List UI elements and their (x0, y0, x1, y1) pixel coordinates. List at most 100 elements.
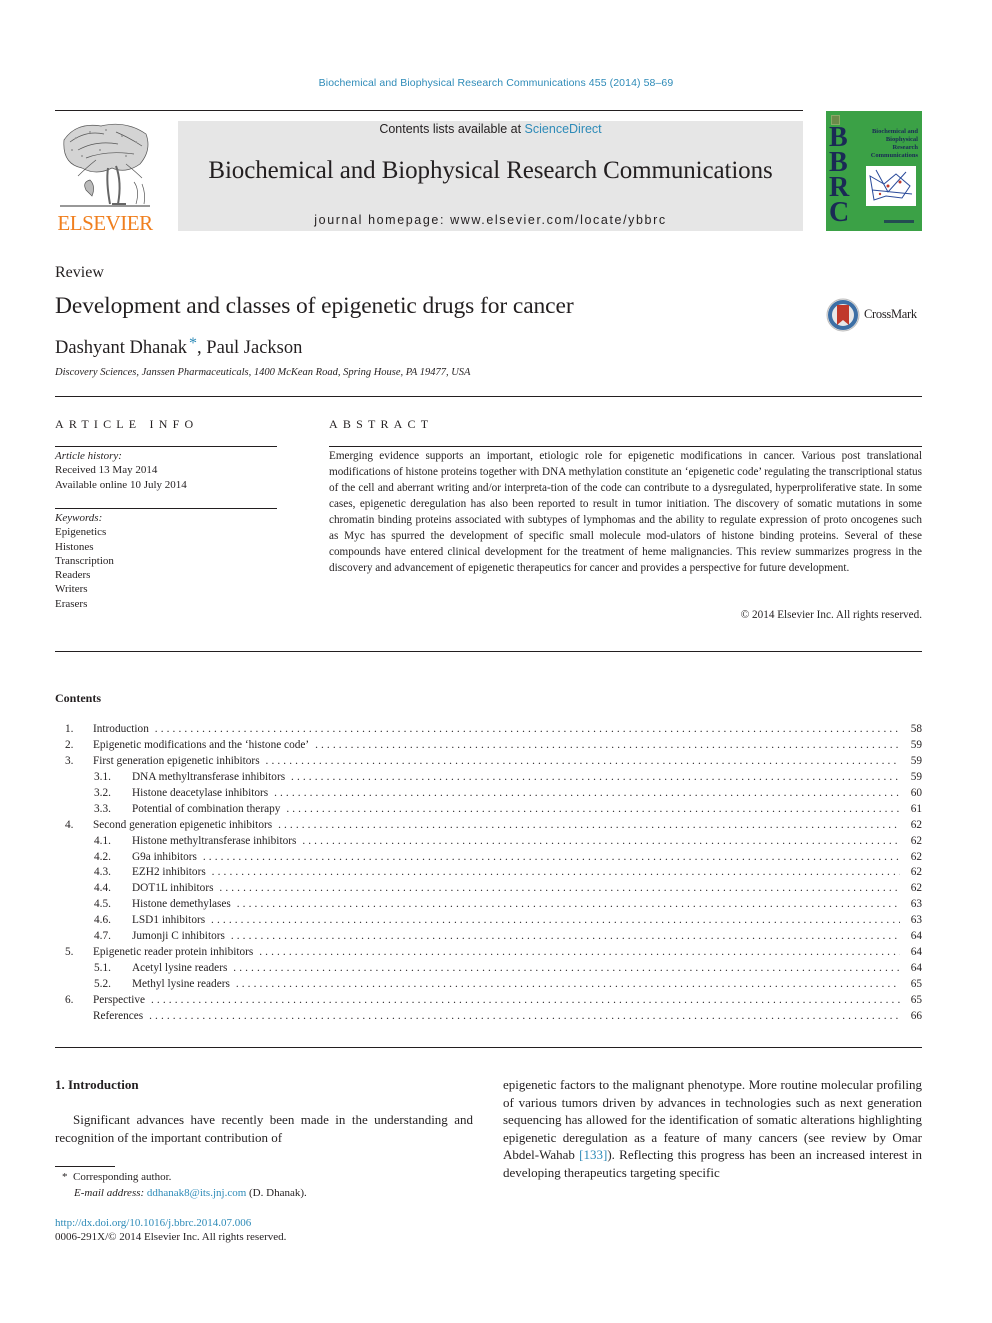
toc-entry[interactable]: 4.7. Jumonji C inhibitors ...............… (55, 929, 922, 945)
toc-entry-page[interactable]: 64 (911, 929, 922, 945)
toc-entry-title-wrapper[interactable]: References .............................… (93, 1009, 900, 1025)
toc-entry-title-wrapper[interactable]: Introduction ...........................… (93, 722, 900, 738)
header-divider (55, 110, 803, 111)
toc-entry-title[interactable]: Histone deacetylase inhibitors (132, 787, 268, 799)
toc-entry-title-wrapper[interactable]: Epigenetic reader protein inhibitors ...… (93, 945, 900, 961)
toc-entry-title[interactable]: Second generation epigenetic inhibitors (93, 819, 272, 831)
toc-entry-title-wrapper[interactable]: DNA methyltransferase inhibitors .......… (132, 770, 900, 786)
toc-entry-title-wrapper[interactable]: Methyl lysine readers ..................… (132, 977, 900, 993)
email-link[interactable]: ddhanak8@its.jnj.com (147, 1187, 246, 1199)
toc-entry-title-wrapper[interactable]: Jumonji C inhibitors ...................… (132, 929, 900, 945)
toc-entry[interactable]: 3. First generation epigenetic inhibitors… (55, 754, 922, 770)
toc-entry-title[interactable]: Methyl lysine readers (132, 978, 230, 990)
toc-entry-title[interactable]: EZH2 inhibitors (132, 866, 206, 878)
toc-entry-title[interactable]: First generation epigenetic inhibitors (93, 755, 260, 767)
issn-copyright: 0006-291X/© 2014 Elsevier Inc. All right… (55, 1231, 287, 1243)
toc-entry-title[interactable]: References (93, 1010, 143, 1022)
toc-entry-page[interactable]: 60 (911, 786, 922, 802)
toc-entry-title[interactable]: DOT1L inhibitors (132, 882, 213, 894)
toc-entry-title[interactable]: Histone demethylases (132, 898, 231, 910)
crossmark-icon (826, 298, 860, 332)
corresponding-author-footnote: * Corresponding author. (62, 1171, 171, 1183)
corresponding-author-marker[interactable]: * (189, 335, 197, 352)
toc-entry-title[interactable]: Acetyl lysine readers (132, 962, 227, 974)
toc-entry-title[interactable]: G9a inhibitors (132, 851, 197, 863)
toc-entry[interactable]: 4.6. LSD1 inhibitors ....................… (55, 913, 922, 929)
toc-entry[interactable]: 4.2. G9a inhibitors .....................… (55, 850, 922, 866)
toc-entry-title[interactable]: Histone methyltransferase inhibitors (132, 835, 296, 847)
toc-entry-page[interactable]: 59 (911, 770, 922, 786)
toc-entry[interactable]: 3.1. DNA methyltransferase inhibitors ...… (55, 770, 922, 786)
toc-entry-page[interactable]: 58 (911, 722, 922, 738)
toc-entry-title-wrapper[interactable]: Acetyl lysine readers ..................… (132, 961, 900, 977)
toc-entry-title-wrapper[interactable]: Histone demethylases ...................… (132, 897, 900, 913)
journal-homepage-link[interactable]: journal homepage: www.elsevier.com/locat… (178, 213, 803, 227)
toc-entry[interactable]: References .............................… (55, 1009, 922, 1025)
author-name[interactable]: Paul Jackson (206, 338, 302, 358)
toc-entry[interactable]: 6. Perspective ..........................… (55, 993, 922, 1009)
toc-entry-title-wrapper[interactable]: G9a inhibitors .........................… (132, 850, 900, 866)
toc-entry-title-wrapper[interactable]: Potential of combination therapy .......… (132, 802, 900, 818)
toc-entry-title-wrapper[interactable]: Histone deacetylase inhibitors .........… (132, 786, 900, 802)
toc-entry[interactable]: 3.2. Histone deacetylase inhibitors .....… (55, 786, 922, 802)
toc-entry[interactable]: 4.4. DOT1L inhibitors ...................… (55, 881, 922, 897)
toc-entry-title-wrapper[interactable]: DOT1L inhibitors .......................… (132, 881, 900, 897)
toc-entry-page[interactable]: 62 (911, 834, 922, 850)
toc-entry[interactable]: 2. Epigenetic modifications and the ‘hist… (55, 738, 922, 754)
toc-entry-title[interactable]: Jumonji C inhibitors (132, 930, 225, 942)
toc-entry-number: 5.1. (94, 962, 111, 975)
crossmark-button[interactable]: CrossMark (826, 298, 926, 334)
reference-link[interactable]: [133] (579, 1147, 607, 1162)
toc-entry-title[interactable]: LSD1 inhibitors (132, 914, 205, 926)
toc-entry-title[interactable]: Perspective (93, 994, 145, 1006)
toc-entry-title-wrapper[interactable]: Second generation epigenetic inhibitors … (93, 818, 900, 834)
toc-entry-title-wrapper[interactable]: First generation epigenetic inhibitors .… (93, 754, 900, 770)
toc-entry[interactable]: 1. Introduction .........................… (55, 722, 922, 738)
elsevier-logo[interactable]: ELSEVIER (54, 120, 156, 235)
footnote-divider (55, 1166, 115, 1167)
available-online-date: Available online 10 July 2014 (55, 478, 187, 491)
doi-link[interactable]: http://dx.doi.org/10.1016/j.bbrc.2014.07… (55, 1217, 251, 1229)
toc-entry-title[interactable]: DNA methyltransferase inhibitors (132, 771, 285, 783)
toc-entry[interactable]: 3.3. Potential of combination therapy ...… (55, 802, 922, 818)
toc-entry[interactable]: 5.1. Acetyl lysine readers ..............… (55, 961, 922, 977)
toc-entry-page[interactable]: 59 (911, 754, 922, 770)
toc-entry[interactable]: 4.1. Histone methyltransferase inhibitors… (55, 834, 922, 850)
toc-entry-page[interactable]: 65 (911, 993, 922, 1009)
toc-entry-page[interactable]: 62 (911, 865, 922, 881)
toc-entry-page[interactable]: 64 (911, 945, 922, 961)
toc-entry-title-wrapper[interactable]: Perspective ............................… (93, 993, 900, 1009)
toc-entry[interactable]: 4.3. EZH2 inhibitors ....................… (55, 865, 922, 881)
toc-entry[interactable]: 4.5. Histone demethylases ...............… (55, 897, 922, 913)
toc-entry-page[interactable]: 59 (911, 738, 922, 754)
toc-entry-page[interactable]: 62 (911, 818, 922, 834)
article-type: Review (55, 264, 104, 281)
toc-entry-page[interactable]: 64 (911, 961, 922, 977)
toc-entry-page[interactable]: 63 (911, 913, 922, 929)
toc-entry-number: 3.1. (94, 770, 111, 783)
toc-entry-page[interactable]: 63 (911, 897, 922, 913)
toc-entry[interactable]: 5. Epigenetic reader protein inhibitors .… (55, 945, 922, 961)
toc-entry-title[interactable]: Introduction (93, 723, 149, 735)
toc-entry-page[interactable]: 65 (911, 977, 922, 993)
journal-citation-link[interactable]: Biochemical and Biophysical Research Com… (0, 77, 992, 89)
toc-entry-title-wrapper[interactable]: EZH2 inhibitors ........................… (132, 865, 900, 881)
toc-entry-title-wrapper[interactable]: Histone methyltransferase inhibitors ...… (132, 834, 900, 850)
author-name[interactable]: Dashyant Dhanak (55, 338, 187, 358)
toc-entry-number: 1. (65, 723, 74, 735)
toc-entry-page[interactable]: 62 (911, 881, 922, 897)
toc-entry-page[interactable]: 66 (911, 1009, 922, 1025)
contents-availability: Contents lists available at ScienceDirec… (178, 122, 803, 136)
email-footnote: E-mail address: ddhanak8@its.jnj.com (D.… (74, 1187, 307, 1199)
toc-entry-page[interactable]: 62 (911, 850, 922, 866)
toc-entry-title-wrapper[interactable]: Epigenetic modifications and the ‘histon… (93, 738, 900, 754)
toc-entry-title[interactable]: Potential of combination therapy (132, 803, 280, 815)
toc-entry[interactable]: 4. Second generation epigenetic inhibitor… (55, 818, 922, 834)
journal-cover-thumbnail[interactable]: B B R C Biochemical and Biophysical Rese… (826, 111, 922, 231)
toc-entry-page[interactable]: 61 (911, 802, 922, 818)
toc-entry-title[interactable]: Epigenetic modifications and the ‘histon… (93, 739, 309, 751)
toc-entry[interactable]: 5.2. Methyl lysine readers ..............… (55, 977, 922, 993)
sciencedirect-link[interactable]: ScienceDirect (525, 122, 602, 136)
toc-entry-title-wrapper[interactable]: LSD1 inhibitors ........................… (132, 913, 900, 929)
toc-entry-title[interactable]: Epigenetic reader protein inhibitors (93, 946, 253, 958)
